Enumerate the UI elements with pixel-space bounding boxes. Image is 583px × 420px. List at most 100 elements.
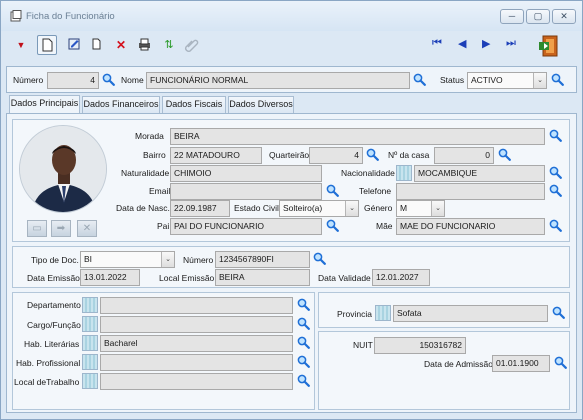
admissao-field[interactable]: 01.01.1900 — [492, 355, 550, 372]
validade-field[interactable]: 12.01.2027 — [372, 269, 430, 286]
last-record-button[interactable]: ⏭ — [506, 37, 516, 50]
photo-load-button[interactable]: ▭ — [27, 220, 47, 237]
morada-field[interactable]: BEIRA — [170, 128, 545, 145]
genero-select[interactable]: M ⌄ — [396, 200, 445, 217]
search-icon[interactable] — [326, 184, 339, 197]
search-icon[interactable] — [297, 336, 310, 349]
delete-icon[interactable]: ✕ — [111, 35, 131, 55]
search-icon[interactable] — [326, 219, 339, 232]
nacionalidade-label: Nacionalidade — [341, 168, 395, 178]
search-icon[interactable] — [551, 73, 564, 86]
literarias-lookup-button[interactable] — [82, 335, 98, 351]
nacionalidade-field[interactable]: MOCAMBIQUE — [414, 165, 545, 182]
status-value: ACTIVO — [471, 75, 503, 85]
search-icon[interactable] — [549, 166, 562, 179]
search-icon[interactable] — [552, 306, 565, 319]
estado-civil-select[interactable]: Solteiro(a) ⌄ — [279, 200, 359, 217]
exit-icon[interactable] — [537, 33, 563, 59]
photo-remove-button[interactable]: ✕ — [77, 220, 97, 237]
dropdown-icon[interactable]: ▼ — [11, 35, 31, 55]
attach-icon[interactable] — [182, 35, 202, 55]
maximize-button[interactable]: ▢ — [526, 9, 550, 24]
tipo-doc-select[interactable]: BI ⌄ — [80, 251, 175, 268]
pai-label: Pai — [157, 221, 170, 231]
search-icon[interactable] — [554, 356, 567, 369]
next-record-button[interactable]: ▶ — [482, 37, 490, 50]
search-icon[interactable] — [413, 73, 426, 86]
close-icon: ✕ — [82, 223, 92, 234]
nascimento-field[interactable]: 22.09.1987 — [170, 200, 230, 217]
email-field[interactable] — [170, 183, 322, 200]
emissao-field[interactable]: 13.01.2022 — [80, 269, 140, 286]
local-emissao-field[interactable]: BEIRA — [215, 269, 310, 286]
window-title: Ficha do Funcionário — [26, 11, 115, 22]
first-record-button[interactable]: ⏮ — [432, 37, 442, 50]
minimize-button[interactable]: ─ — [500, 9, 524, 24]
nome-field[interactable]: FUNCIONÁRIO NORMAL — [146, 72, 410, 89]
telefone-label: Telefone — [359, 186, 392, 196]
tab-dados-fiscais[interactable]: Dados Fiscais — [162, 96, 226, 113]
numero-field[interactable]: 4 — [47, 72, 99, 89]
profissional-lookup-button[interactable] — [82, 354, 98, 370]
quarteirao-label: Quarteirão — [269, 150, 310, 160]
doc-numero-label: Número — [183, 255, 214, 265]
departamento-lookup-button[interactable] — [82, 297, 98, 313]
naturalidade-label: Naturalidade — [121, 168, 170, 178]
cargo-lookup-button[interactable] — [82, 316, 98, 332]
local-trabalho-lookup-button[interactable] — [82, 373, 98, 389]
refresh-icon[interactable]: ⇅ — [159, 35, 179, 55]
tab-dados-principais[interactable]: Dados Principais — [9, 95, 80, 113]
naturalidade-field[interactable]: CHIMOIO — [170, 165, 322, 182]
cargo-field[interactable] — [100, 316, 293, 333]
search-icon[interactable] — [366, 148, 379, 161]
tipo-doc-label: Tipo de Doc. — [31, 255, 79, 265]
provincia-lookup-button[interactable] — [375, 305, 391, 321]
print-icon[interactable] — [134, 35, 154, 55]
search-icon[interactable] — [297, 298, 310, 311]
local-trabalho-field[interactable] — [100, 373, 293, 390]
nuit-field[interactable]: 150316782 — [374, 337, 466, 354]
app-icon — [10, 10, 22, 22]
previous-record-button[interactable]: ◀ — [458, 37, 466, 50]
edit-icon[interactable] — [64, 35, 84, 55]
literarias-label: Hab. Literárias — [24, 339, 80, 349]
tab-dados-diversos[interactable]: Dados Diversos — [228, 96, 294, 113]
status-label: Status — [440, 75, 465, 85]
search-icon[interactable] — [313, 252, 326, 265]
profissional-field[interactable] — [100, 354, 293, 371]
nacionalidade-lookup-button[interactable] — [396, 165, 412, 181]
provincia-field[interactable]: Sofata — [393, 305, 548, 322]
mae-field[interactable]: MAE DO FUNCIONARIO — [396, 218, 545, 235]
folder-icon: ▭ — [32, 223, 42, 234]
close-button[interactable]: ✕ — [552, 9, 576, 24]
search-icon[interactable] — [102, 73, 115, 86]
search-icon[interactable] — [297, 355, 310, 368]
new-icon[interactable] — [37, 35, 57, 55]
tab-dados-financeiros[interactable]: Dados Financeiros — [82, 96, 160, 113]
search-icon[interactable] — [549, 129, 562, 142]
local-emissao-label: Local Emissão — [159, 273, 215, 283]
departamento-field[interactable] — [100, 297, 293, 314]
local-trabalho-label: Local deTrabalho — [14, 377, 80, 387]
estado-civil-label: Estado Civil — [234, 203, 279, 213]
departamento-label: Departamento — [27, 300, 81, 310]
literarias-field[interactable]: Bacharel — [100, 335, 293, 352]
genero-label: Género — [364, 203, 393, 213]
search-icon[interactable] — [549, 219, 562, 232]
estado-civil-value: Solteiro(a) — [283, 203, 323, 213]
doc-numero-field[interactable]: 1234567890FI — [215, 251, 310, 268]
status-select[interactable]: ACTIVO ⌄ — [467, 72, 547, 89]
telefone-field[interactable] — [396, 183, 545, 200]
search-icon[interactable] — [297, 317, 310, 330]
ncasa-field[interactable]: 0 — [434, 147, 494, 164]
photo-next-button[interactable]: ➡ — [51, 220, 71, 237]
copy-icon[interactable] — [86, 35, 106, 55]
quarteirao-field[interactable]: 4 — [309, 147, 363, 164]
bairro-field[interactable]: 22 MATADOURO — [170, 147, 262, 164]
pai-field[interactable]: PAI DO FUNCIONARIO — [170, 218, 322, 235]
search-icon[interactable] — [549, 184, 562, 197]
search-icon[interactable] — [297, 374, 310, 387]
emissao-label: Data Emissão — [27, 273, 80, 283]
search-icon[interactable] — [498, 148, 511, 161]
chevron-down-icon: ⌄ — [431, 201, 444, 216]
